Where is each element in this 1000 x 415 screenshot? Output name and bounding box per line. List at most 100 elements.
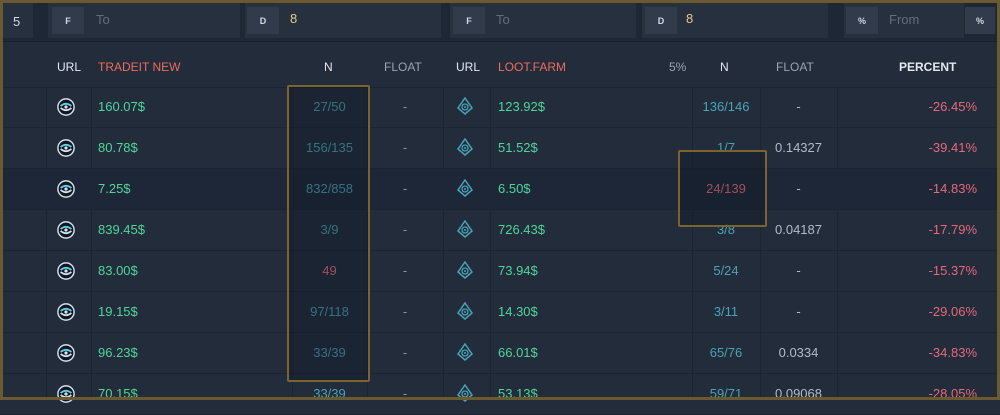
header-n-1[interactable]: N [324, 60, 333, 74]
tradeit-float: - [402, 263, 408, 278]
lootfarm-price: 73.94$ [498, 263, 538, 278]
tradeit-float: - [402, 386, 408, 401]
lootfarm-float: 0.04187 [775, 222, 822, 237]
table-row[interactable]: 83.00$ 49 - 73.94$ 5/24 - -15.37% [0, 251, 1000, 292]
percent-diff: -34.83% [928, 345, 977, 360]
percent-diff: -26.45% [928, 99, 977, 114]
header-site-lootfarm[interactable]: LOOT.FARM [498, 60, 566, 74]
lootfarm-logo-icon[interactable] [457, 384, 473, 402]
tradeit-count: 832/858 [306, 181, 353, 196]
float-to-input-1[interactable]: To [96, 12, 110, 27]
tradeit-logo-icon[interactable] [57, 262, 75, 280]
lootfarm-logo-icon[interactable] [457, 302, 473, 320]
lootfarm-count: 1/7 [716, 140, 736, 155]
row-limit-value: 5 [13, 14, 21, 29]
percent-badge: % [846, 7, 878, 34]
tradeit-float: - [402, 99, 408, 114]
lootfarm-float: - [796, 263, 801, 278]
lootfarm-logo-icon[interactable] [457, 343, 473, 361]
percent-diff: -29.06% [928, 304, 977, 319]
d-input-1[interactable]: 8 [290, 11, 297, 26]
lootfarm-logo-icon[interactable] [457, 138, 473, 156]
lootfarm-count: 3/8 [716, 222, 736, 237]
lootfarm-price: 726.43$ [498, 222, 545, 237]
tradeit-logo-icon[interactable] [57, 139, 75, 157]
tradeit-price: 19.15$ [98, 304, 138, 319]
tradeit-price: 70.15$ [98, 386, 138, 401]
table-row[interactable]: 7.25$ 832/858 - 6.50$ 24/139 - -14.83% [0, 169, 1000, 210]
tradeit-float: - [402, 140, 408, 155]
float-badge-2: F [453, 7, 485, 34]
tradeit-count: 156/135 [306, 140, 353, 155]
lootfarm-price: 51.52$ [498, 140, 538, 155]
lootfarm-count: 65/76 [709, 345, 743, 360]
tradeit-logo-icon[interactable] [57, 385, 75, 403]
percent-from-input[interactable]: From [889, 12, 919, 27]
lootfarm-price: 66.01$ [498, 345, 538, 360]
percent-diff: -14.83% [928, 181, 977, 196]
lootfarm-float: - [796, 181, 801, 196]
tradeit-logo-icon[interactable] [57, 98, 75, 116]
lootfarm-count: 59/71 [709, 386, 743, 401]
lootfarm-price: 14.30$ [498, 304, 538, 319]
tradeit-count: 33/39 [313, 386, 346, 401]
tradeit-count: 33/39 [313, 345, 346, 360]
percent-diff: -17.79% [928, 222, 977, 237]
table-row[interactable]: 160.07$ 27/50 - 123.92$ 136/146 - -26.45… [0, 87, 1000, 128]
tradeit-price: 83.00$ [98, 263, 138, 278]
table-header: URL TRADEIT NEW N FLOAT URL LOOT.FARM 5%… [0, 42, 1000, 88]
tradeit-price: 80.78$ [98, 140, 138, 155]
tradeit-logo-icon[interactable] [57, 303, 75, 321]
filter-bar: 5 F To D 8 F To D 8 % From % [0, 0, 1000, 42]
tradeit-price: 839.45$ [98, 222, 145, 237]
tradeit-logo-icon[interactable] [57, 344, 75, 362]
header-percent[interactable]: PERCENT [899, 60, 956, 74]
lootfarm-float: 0.09068 [775, 386, 822, 401]
lootfarm-logo-icon[interactable] [457, 179, 473, 197]
float-badge-1: F [52, 7, 84, 34]
tradeit-logo-icon[interactable] [57, 221, 75, 239]
header-site2-percent: 5% [669, 60, 687, 74]
table-row[interactable]: 19.15$ 97/118 - 14.30$ 3/11 - -29.06% [0, 292, 1000, 333]
header-float-2[interactable]: FLOAT [776, 60, 814, 74]
d-input-2[interactable]: 8 [686, 11, 693, 26]
tradeit-count: 97/118 [310, 304, 349, 319]
header-site-tradeit[interactable]: TRADEIT NEW [98, 60, 180, 74]
percent-diff: -15.37% [928, 263, 977, 278]
row-limit-field[interactable]: 5 [3, 3, 33, 38]
lootfarm-count: 136/146 [702, 99, 750, 114]
lootfarm-float: - [796, 99, 801, 114]
lootfarm-count: 5/24 [713, 263, 739, 278]
header-url-1[interactable]: URL [57, 60, 81, 74]
tradeit-count: 27/50 [313, 99, 346, 114]
table-row[interactable]: 70.15$ 33/39 - 53.13$ 59/71 0.09068 -28.… [0, 374, 1000, 415]
lootfarm-price: 6.50$ [498, 181, 531, 196]
lootfarm-price: 53.13$ [498, 386, 538, 401]
lootfarm-float: 0.0334 [778, 345, 819, 360]
lootfarm-logo-icon[interactable] [457, 220, 473, 238]
float-to-input-2[interactable]: To [496, 12, 510, 27]
percent-diff: -28.05% [928, 386, 977, 401]
tradeit-price: 160.07$ [98, 99, 145, 114]
table-row[interactable]: 96.23$ 33/39 - 66.01$ 65/76 0.0334 -34.8… [0, 333, 1000, 374]
lootfarm-price: 123.92$ [498, 99, 545, 114]
tradeit-float: - [402, 222, 408, 237]
tradeit-count: 3/9 [320, 222, 339, 237]
header-n-2[interactable]: N [720, 60, 729, 74]
tradeit-count: 49 [322, 263, 337, 278]
header-url-2[interactable]: URL [456, 60, 480, 74]
tradeit-float: - [402, 345, 408, 360]
tradeit-float: - [402, 181, 408, 196]
tradeit-price: 96.23$ [98, 345, 138, 360]
header-float-1[interactable]: FLOAT [384, 60, 422, 74]
table-row[interactable]: 839.45$ 3/9 - 726.43$ 3/8 0.04187 -17.79… [0, 210, 1000, 251]
d-badge-1: D [247, 7, 279, 34]
table-row[interactable]: 80.78$ 156/135 - 51.52$ 1/7 0.14327 -39.… [0, 128, 1000, 169]
lootfarm-float: 0.14327 [775, 140, 822, 155]
tradeit-logo-icon[interactable] [57, 180, 75, 198]
lootfarm-logo-icon[interactable] [457, 97, 473, 115]
lootfarm-count: 24/139 [706, 181, 746, 196]
lootfarm-logo-icon[interactable] [457, 261, 473, 279]
tradeit-price: 7.25$ [98, 181, 131, 196]
lootfarm-float: - [796, 304, 801, 319]
